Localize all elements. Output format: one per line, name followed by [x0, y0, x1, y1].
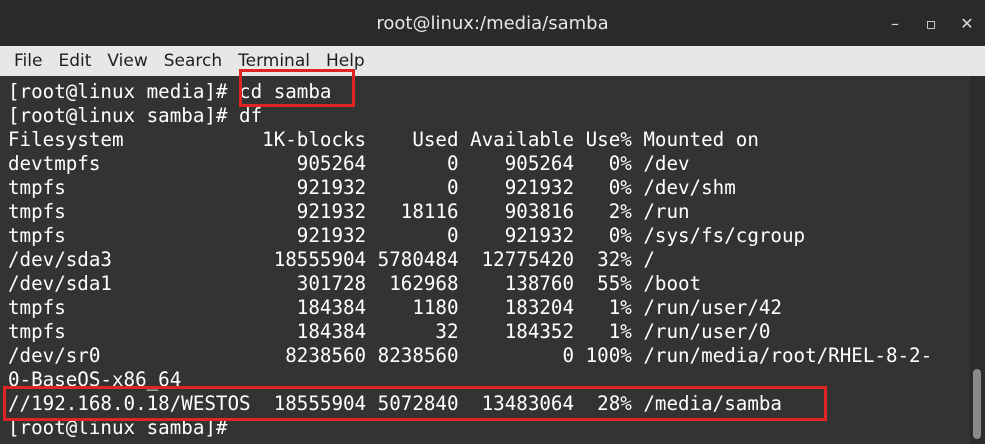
terminal-prompt: [root@linux samba]#: [8, 416, 228, 439]
maximize-icon: ▫: [925, 13, 937, 33]
window-title: root@linux:/media/samba: [376, 12, 609, 34]
close-button[interactable]: ✕: [949, 0, 985, 46]
df-row-wrap: 0-BaseOS-x86_64: [8, 368, 182, 391]
maximize-button[interactable]: ▫: [913, 0, 949, 46]
df-row: tmpfs 921932 0 921932 0% /dev/shm: [8, 176, 736, 199]
df-header: Filesystem 1K-blocks Used Available Use%…: [8, 128, 759, 151]
menu-bar: File Edit View Search Terminal Help: [0, 46, 985, 76]
df-row: /dev/sr0 8238560 8238560 0 100% /run/med…: [8, 344, 933, 367]
menu-terminal[interactable]: Terminal: [230, 46, 318, 76]
scrollbar[interactable]: [970, 76, 985, 444]
terminal-line: [root@linux samba]# df: [8, 104, 263, 127]
df-row: tmpfs 184384 1180 183204 1% /run/user/42: [8, 296, 782, 319]
scrollbar-thumb[interactable]: [973, 369, 981, 439]
minimize-button[interactable]: –: [877, 0, 913, 46]
terminal-window: root@linux:/media/samba – ▫ ✕ File Edit …: [0, 0, 985, 444]
terminal-line: [root@linux media]# cd samba: [8, 80, 332, 103]
df-row-samba: //192.168.0.18/WESTOS 18555904 5072840 1…: [8, 392, 782, 415]
close-icon: ✕: [960, 13, 974, 33]
minimize-icon: –: [891, 13, 899, 33]
menu-edit[interactable]: Edit: [50, 46, 99, 76]
window-controls: – ▫ ✕: [877, 0, 985, 46]
df-row: tmpfs 921932 18116 903816 2% /run: [8, 200, 690, 223]
df-row: /dev/sda1 301728 162968 138760 55% /boot: [8, 272, 702, 295]
title-bar: root@linux:/media/samba – ▫ ✕: [0, 0, 985, 46]
menu-search[interactable]: Search: [156, 46, 230, 76]
df-row: tmpfs 184384 32 184352 1% /run/user/0: [8, 320, 771, 343]
menu-help[interactable]: Help: [318, 46, 373, 76]
menu-file[interactable]: File: [6, 46, 50, 76]
terminal-output[interactable]: [root@linux media]# cd samba [root@linux…: [0, 76, 970, 444]
df-row: /dev/sda3 18555904 5780484 12775420 32% …: [8, 248, 655, 271]
df-row: tmpfs 921932 0 921932 0% /sys/fs/cgroup: [8, 224, 806, 247]
menu-view[interactable]: View: [99, 46, 155, 76]
df-row: devtmpfs 905264 0 905264 0% /dev: [8, 152, 690, 175]
